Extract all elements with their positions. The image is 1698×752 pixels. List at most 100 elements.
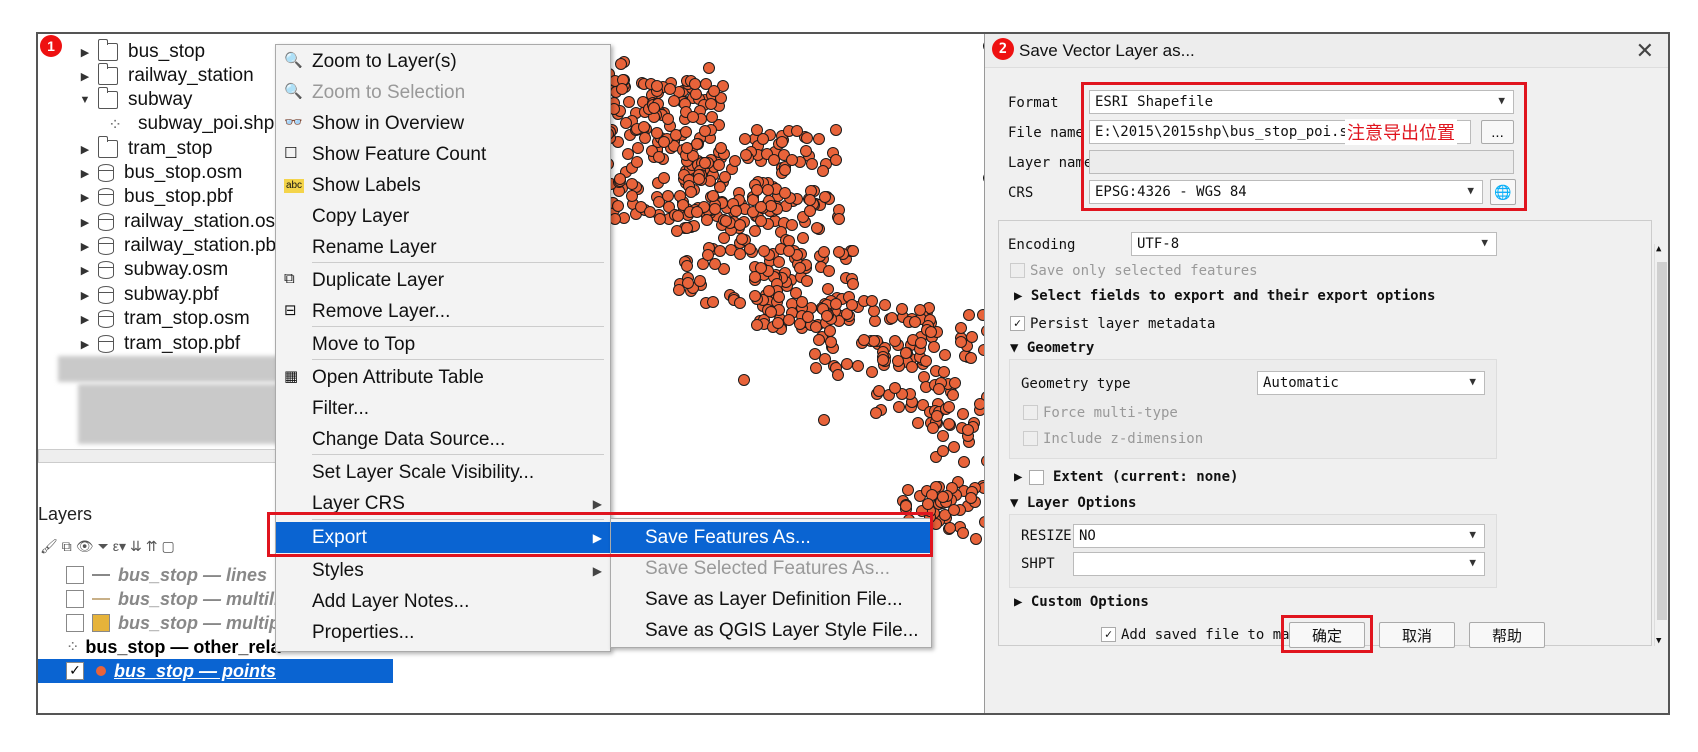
database-icon [98,188,114,206]
menu-item[interactable]: 🔍 Zoom to Layer(s) [276,46,610,77]
force-multi-checkbox[interactable] [1023,405,1038,420]
menu-item[interactable]: Styles ▶ [276,555,610,586]
map-point [650,79,663,92]
menu-item[interactable]: ☐ Show Feature Count [276,139,610,170]
map-point [865,294,878,307]
browser-item[interactable]: ▶ tram_stop.pbf [78,331,240,357]
chevron-right-icon[interactable]: ▶ [78,46,92,59]
include-z-checkbox[interactable] [1023,431,1038,446]
chevron-right-icon[interactable]: ▶ [78,167,92,180]
map-point [708,202,721,215]
menu-item[interactable]: ⊟ Remove Layer... [276,296,610,327]
map-point [755,214,768,227]
browser-item[interactable]: ▶ railway_station.osm [78,209,291,235]
browser-item[interactable]: ▶ railway_station [78,63,254,89]
menu-item[interactable]: Move to Top [276,329,610,360]
browser-item[interactable]: ▶ bus_stop [78,39,205,65]
resize-select[interactable]: NO ▼ [1073,524,1485,548]
menu-item-label: Change Data Source... [312,428,506,450]
browser-item[interactable]: ▶ tram_stop [78,136,212,162]
layer-visibility-checkbox[interactable]: ✓ [66,662,84,680]
chevron-right-icon[interactable]: ▶ [78,289,92,302]
shpt-select[interactable]: ▼ [1073,552,1485,576]
filter-icon[interactable]: ⏷ [98,538,109,555]
submenu-item[interactable]: Save as Layer Definition File... [611,584,931,615]
add-saved-checkbox[interactable]: ✓ [1101,627,1116,642]
help-button[interactable]: 帮助 [1469,622,1545,648]
map-point [717,232,730,245]
menu-item[interactable]: Rename Layer [276,232,610,263]
chevron-right-icon[interactable]: ▶ [78,240,92,253]
browser-item[interactable]: ▶ tram_stop.osm [78,306,250,332]
chevron-right-icon[interactable]: ▶ [78,143,92,156]
folder-icon [98,136,118,158]
menu-item[interactable]: 👓 Show in Overview [276,108,610,139]
polygon-symbol-icon [92,614,110,632]
persist-metadata-checkbox[interactable]: ✓ [1010,316,1025,331]
add-group-icon[interactable]: ⧉ [62,538,72,555]
style-icon[interactable]: 🖌 [40,538,58,555]
chevron-right-icon[interactable]: ▶ [78,70,92,83]
map-point [912,417,925,430]
select-fields-section[interactable]: ▶ Select fields to export and their expo… [1014,288,1435,304]
menu-item-label: Remove Layer... [312,300,451,322]
extent-checkbox[interactable] [1029,470,1044,485]
map-point [885,311,898,324]
menu-item[interactable]: Set Layer Scale Visibility... [276,457,610,488]
map-point [730,204,743,217]
layer-item[interactable]: ✓ bus_stop — points [38,659,393,683]
chevron-down-icon[interactable]: ▼ [78,94,92,106]
menu-separator [312,359,604,360]
remove-layer-icon[interactable]: ▢ [162,538,175,555]
extent-section[interactable]: ▶ [1014,469,1022,485]
layer-visibility-checkbox[interactable] [66,614,84,632]
layer-item-label: bus_stop — lines [118,564,268,585]
chevron-right-icon[interactable]: ▶ [78,313,92,326]
collapse-icon[interactable]: ⇈ [146,538,158,555]
cancel-button[interactable]: 取消 [1379,622,1455,648]
map-point [657,172,670,185]
custom-options-section[interactable]: ▶ Custom Options [1014,594,1149,610]
chevron-right-icon[interactable]: ▶ [78,191,92,204]
map-point [761,184,774,197]
map-point [698,156,711,169]
expression-filter-icon[interactable]: ε▾ [113,538,126,555]
menu-item[interactable]: Copy Layer [276,201,610,232]
submenu-item[interactable]: Save as QGIS Layer Style File... [611,615,931,646]
browser-item[interactable]: ▶ subway.pbf [78,282,219,308]
browser-item-label: railway_station [128,65,254,86]
menu-item[interactable]: Filter... [276,393,610,424]
browser-item[interactable]: ▼ subway [78,87,192,113]
browser-item[interactable]: ⁘ subway_poi.shp [108,111,274,137]
chevron-right-icon[interactable]: ▶ [78,264,92,277]
scrollbar-thumb[interactable] [1657,262,1667,620]
menu-item[interactable]: Add Layer Notes... [276,586,610,617]
eye-icon[interactable]: 👁 [76,538,94,555]
menu-item[interactable]: abc Show Labels [276,170,610,201]
chevron-right-icon[interactable]: ▶ [78,338,92,351]
geometry-section[interactable]: ▼ Geometry [1010,340,1094,356]
geometry-type-select[interactable]: Automatic ▼ [1257,371,1485,395]
chevron-right-icon[interactable]: ▶ [78,216,92,229]
options-scrollbar[interactable]: ▲ ▼ [1654,244,1668,646]
menu-item[interactable]: 🔍 Zoom to Selection [276,77,610,108]
save-selected-checkbox[interactable] [1010,263,1025,278]
browser-item[interactable]: ▶ bus_stop.pbf [78,184,233,210]
menu-item[interactable]: ⧉ Duplicate Layer [276,265,610,296]
submenu-item[interactable]: Save Selected Features As... [611,553,931,584]
browser-item[interactable]: ▶ subway.osm [78,257,228,283]
menu-item[interactable]: ▦ Open Attribute Table [276,362,610,393]
close-icon[interactable]: ✕ [1636,39,1654,64]
layer-visibility-checkbox[interactable] [66,566,84,584]
chevron-right-icon: ▶ [592,496,602,511]
browser-item[interactable]: ▶ bus_stop.osm [78,160,243,186]
layer-visibility-checkbox[interactable] [66,590,84,608]
menu-item-label: Zoom to Layer(s) [312,50,457,72]
layer-options-section[interactable]: ▼ Layer Options [1010,495,1136,511]
menu-item[interactable]: Properties... [276,617,610,648]
map-point [671,209,684,222]
expand-icon[interactable]: ⇊ [130,538,142,555]
menu-item[interactable]: Change Data Source... [276,424,610,455]
encoding-select[interactable]: UTF-8 ▼ [1131,232,1497,256]
browser-item[interactable]: ▶ railway_station.pbf [78,233,282,259]
